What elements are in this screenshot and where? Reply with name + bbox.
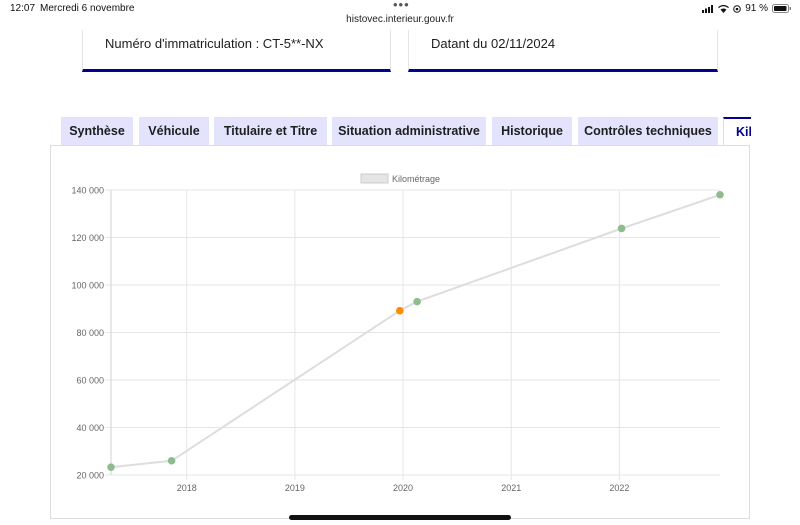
data-point	[396, 306, 404, 315]
y-tick-label: 80 000	[76, 328, 104, 338]
x-tick-label: 2021	[501, 483, 521, 493]
data-point	[413, 297, 421, 306]
legend-swatch	[360, 173, 389, 184]
x-tick-label: 2019	[285, 483, 305, 493]
data-point	[107, 463, 115, 471]
mileage-line	[110, 193, 721, 469]
y-tick-label: 100 000	[71, 281, 104, 291]
mileage-chart: 20 000 40 000 60 000 80 000 100 000 120 000 14…	[71, 173, 724, 493]
y-tick-label: 20 000	[76, 471, 104, 481]
data-point	[716, 190, 724, 199]
home-indicator[interactable]	[289, 515, 511, 520]
data-point	[167, 456, 176, 465]
y-tick-label: 140 000	[71, 186, 104, 196]
y-tick-label: 120 000	[71, 233, 104, 243]
x-tick-label: 2022	[609, 483, 629, 493]
y-tick-label: 60 000	[76, 376, 104, 386]
x-tick-label: 2018	[177, 483, 197, 493]
y-tick-label: 40 000	[76, 423, 104, 433]
legend-label: Kilométrage	[392, 174, 440, 184]
x-tick-label: 2020	[393, 483, 413, 493]
data-point	[617, 224, 626, 233]
